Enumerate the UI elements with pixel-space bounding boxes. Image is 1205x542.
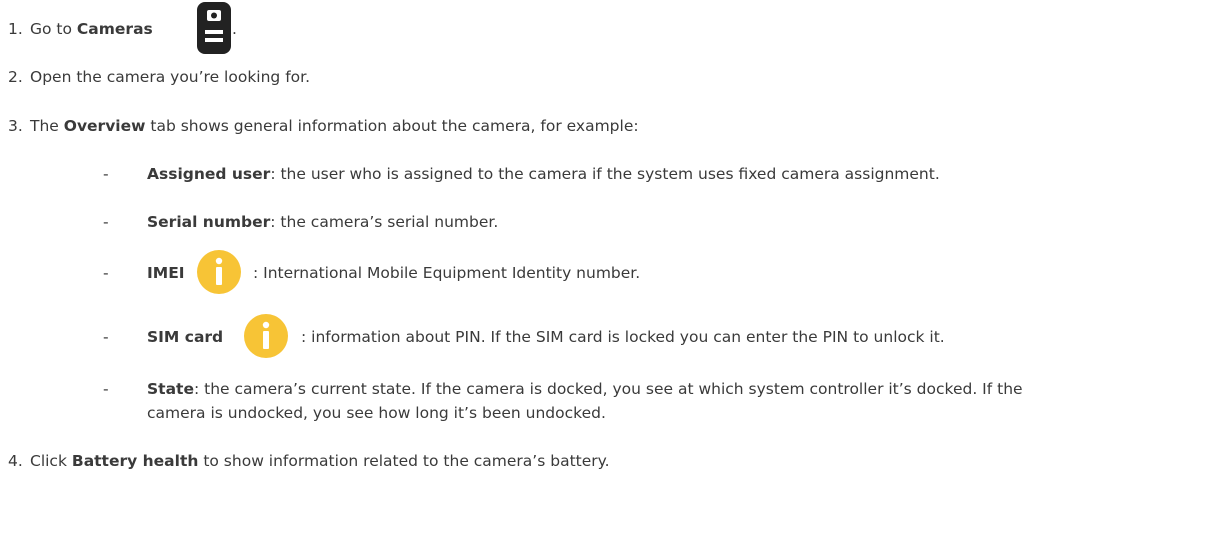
item-label: SIM card [147, 328, 224, 346]
step-number: 3. [8, 117, 23, 135]
step-keyword: Cameras [76, 20, 153, 38]
item-label: State [147, 380, 194, 398]
step-2: 2. Open the camera you’re looking for. [8, 68, 310, 86]
list-dash: - [103, 165, 109, 183]
step-number: 4. [8, 452, 23, 470]
list-item-text: Serial number: the camera’s serial numbe… [147, 213, 498, 231]
step-1: 1. Go to Cameras [8, 20, 153, 38]
step-number: 1. [8, 20, 23, 38]
step-keyword: Overview [63, 117, 146, 135]
step-text: Click [30, 452, 72, 470]
info-icon [244, 314, 288, 358]
list-item-text: State: the camera’s current state. If th… [147, 380, 1023, 398]
list-item-text: Assigned user: the user who is assigned … [147, 165, 940, 183]
item-description: : the user who is assigned to the camera… [270, 165, 940, 183]
item-description: : the camera’s serial number. [270, 213, 499, 231]
item-label: Assigned user [147, 165, 271, 183]
item-label-wrap: SIM card [147, 328, 223, 346]
step-3: 3. The Overview tab shows general informa… [8, 117, 639, 135]
item-description: : International Mobile Equipment Identit… [253, 264, 641, 282]
list-dash: - [103, 264, 109, 282]
item-description: : the camera’s current state. If the cam… [193, 380, 1023, 398]
step-text: Go to [30, 20, 77, 38]
step-4: 4. Click Battery health to show informati… [8, 452, 610, 470]
step-text: to show information related to the camer… [198, 452, 610, 470]
list-dash: - [103, 328, 109, 346]
step-1-suffix: . [232, 20, 237, 38]
list-dash: - [103, 380, 109, 398]
camera-device-icon [197, 2, 231, 54]
step-number: 2. [8, 68, 23, 86]
item-label-wrap: IMEI [147, 264, 185, 282]
item-label: IMEI [147, 264, 185, 282]
item-description: : information about PIN. If the SIM card… [301, 328, 945, 346]
info-icon [197, 250, 241, 294]
list-dash: - [103, 213, 109, 231]
step-text: The [30, 117, 64, 135]
step-text: Open the camera you’re looking for. [30, 68, 311, 86]
item-label: Serial number [147, 213, 271, 231]
step-keyword: Battery health [71, 452, 199, 470]
item-description-continued: camera is undocked, you see how long it’… [147, 404, 606, 422]
step-text: tab shows general information about the … [145, 117, 639, 135]
